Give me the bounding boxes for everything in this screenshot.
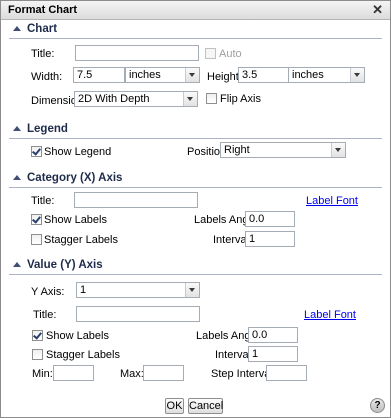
height-label: Height: [207, 71, 242, 83]
step-interval-input[interactable] [266, 365, 307, 381]
title-bar[interactable]: Format Chart ✕ [1, 1, 390, 20]
x-axis-title-label: Title: [31, 195, 55, 207]
min-label: Min: [32, 368, 53, 380]
y-labels-angle-input[interactable] [248, 327, 298, 343]
y-stagger-labels-label: Stagger Labels [46, 349, 120, 361]
min-input[interactable] [53, 365, 94, 381]
show-legend-label: Show Legend [44, 146, 112, 158]
chart-title-label: Title: [31, 48, 55, 60]
x-show-labels-checkbox[interactable] [31, 214, 42, 225]
collapse-arrow-icon[interactable] [13, 262, 21, 267]
width-unit-value: inches [129, 69, 161, 81]
auto-label: Auto [219, 48, 242, 60]
y-show-labels-checkbox[interactable] [32, 330, 43, 341]
section-category-axis-heading: Category (X) Axis [27, 172, 123, 184]
section-value-axis-heading: Value (Y) Axis [27, 259, 103, 271]
dimension-value: 2D With Depth [78, 93, 150, 105]
width-unit-select[interactable]: inches [125, 67, 200, 83]
section-legend-heading: Legend [27, 123, 68, 135]
chevron-down-icon[interactable] [331, 143, 345, 157]
x-show-labels-label: Show Labels [44, 214, 107, 226]
height-unit-select[interactable]: inches [288, 67, 365, 83]
y-axis-label: Y Axis: [31, 286, 65, 298]
section-value-axis[interactable]: Value (Y) Axis [9, 259, 103, 275]
height-unit-value: inches [292, 69, 324, 81]
width-input[interactable] [73, 67, 125, 83]
collapse-arrow-icon[interactable] [13, 126, 21, 131]
legend-position-value: Right [224, 144, 250, 156]
chevron-down-icon[interactable] [185, 68, 199, 82]
close-icon[interactable]: ✕ [372, 2, 383, 18]
max-input[interactable] [143, 365, 184, 381]
collapse-arrow-icon[interactable] [13, 175, 21, 180]
y-axis-value: 1 [80, 284, 87, 296]
dimension-select[interactable]: 2D With Depth [74, 91, 198, 107]
y-interval-input[interactable] [248, 346, 298, 362]
auto-checkbox[interactable] [205, 48, 216, 59]
y-axis-title-input[interactable] [76, 306, 200, 322]
section-legend[interactable]: Legend [9, 123, 68, 139]
x-stagger-labels-checkbox[interactable] [31, 234, 42, 245]
chevron-down-icon[interactable] [350, 68, 364, 82]
legend-position-select[interactable]: Right [220, 142, 346, 158]
max-label: Max: [120, 368, 144, 380]
section-chart[interactable]: Chart [9, 23, 57, 39]
flip-axis-label: Flip Axis [220, 93, 261, 105]
help-icon[interactable]: ? [370, 398, 385, 413]
dialog-title: Format Chart [8, 4, 78, 16]
y-stagger-labels-checkbox[interactable] [32, 349, 43, 360]
height-input[interactable] [238, 67, 289, 83]
chart-title-input[interactable] [75, 45, 199, 61]
section-divider [9, 138, 382, 139]
collapse-arrow-icon[interactable] [13, 26, 21, 31]
flip-axis-checkbox[interactable] [206, 93, 217, 104]
x-stagger-labels-label: Stagger Labels [44, 234, 118, 246]
width-label: Width: [31, 71, 63, 83]
y-axis-label-font-link[interactable]: Label Font [304, 309, 356, 321]
y-axis-title-label: Title: [33, 309, 57, 321]
ok-button[interactable]: OK [165, 398, 184, 414]
section-chart-heading: Chart [27, 23, 58, 35]
chevron-down-icon[interactable] [183, 92, 197, 106]
section-divider [9, 274, 382, 275]
y-axis-select[interactable]: 1 [76, 282, 200, 298]
x-labels-angle-input[interactable] [245, 211, 295, 227]
show-legend-checkbox[interactable] [31, 146, 42, 157]
format-chart-dialog: Format Chart ✕ Chart Title: Auto Width: … [0, 0, 391, 418]
x-interval-input[interactable] [245, 231, 295, 247]
section-divider [9, 187, 382, 188]
x-axis-title-input[interactable] [74, 192, 198, 208]
y-show-labels-label: Show Labels [46, 330, 109, 342]
cancel-button[interactable]: Cancel [188, 398, 223, 414]
x-axis-label-font-link[interactable]: Label Font [306, 195, 358, 207]
chevron-down-icon[interactable] [185, 283, 199, 297]
section-divider [9, 38, 382, 39]
section-category-axis[interactable]: Category (X) Axis [9, 172, 122, 188]
